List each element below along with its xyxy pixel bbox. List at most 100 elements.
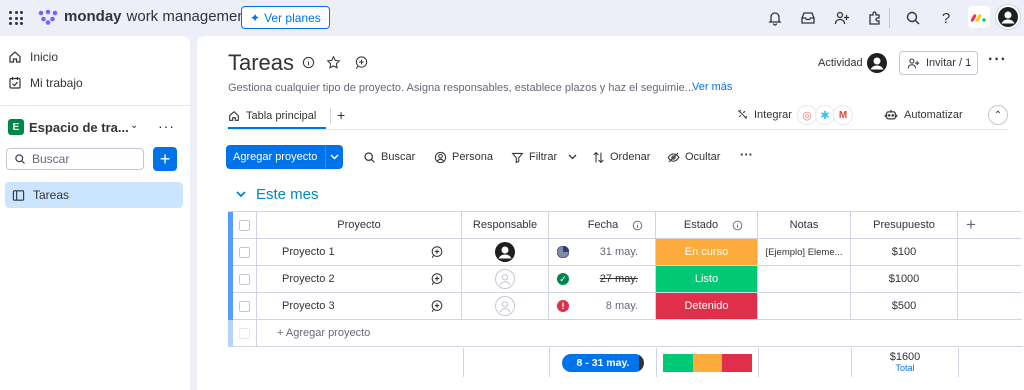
add-update-button[interactable] [413,293,462,320]
header-owner[interactable]: Responsable [462,212,549,239]
inbox-icon[interactable] [799,9,817,27]
sidebar-item-my-work[interactable]: Mi trabajo [8,72,83,94]
apps-marketplace-icon[interactable] [866,9,884,27]
integration-icons[interactable]: ◎ ✱ M [797,105,853,125]
robot-icon [884,109,898,120]
account-brand-logo[interactable] [968,6,990,28]
activity-label[interactable]: Actividad [818,57,863,69]
add-view-button[interactable]: + [337,107,345,123]
tab-main-table[interactable]: Tabla principal [228,106,316,126]
user-avatar[interactable] [995,4,1021,30]
workspace-selector[interactable]: Espacio de tra... [29,120,129,135]
half-clock-icon [557,246,569,258]
integrate-button[interactable]: Integrar [736,108,792,121]
summary-status[interactable] [657,348,759,377]
chevron-down-icon[interactable] [325,145,343,169]
info-icon[interactable] [302,56,315,72]
budget-cell[interactable]: $100 [851,239,958,266]
apps-grid-icon[interactable] [9,11,23,25]
chevron-down-icon[interactable]: ⌄ [130,120,138,131]
status-cell[interactable]: En curso [656,239,758,266]
header-date-label: Fecha [587,219,619,231]
budget-cell[interactable]: $1000 [851,266,958,293]
header-date[interactable]: Fecha [549,212,656,239]
board-options-icon[interactable]: ··· [988,52,1007,68]
budget-cell[interactable]: $500 [851,293,958,320]
header-notes[interactable]: Notas [758,212,851,239]
group-title[interactable]: Este mes [256,186,319,203]
header-budget[interactable]: Presupuesto [851,212,958,239]
sidebar-search-input[interactable]: Buscar [6,148,144,170]
group-header[interactable]: Este mes [236,186,319,203]
row-checkbox[interactable] [233,239,257,266]
board-description: Gestiona cualquier tipo de proyecto. Asi… [228,82,694,94]
workspace-options-icon[interactable]: ··· [158,118,175,134]
project-name[interactable]: Proyecto 1 [257,239,413,266]
chevron-down-icon[interactable] [236,191,246,198]
notes-cell[interactable] [758,293,851,320]
date-cell[interactable]: ✓ 27 may. [549,266,656,293]
invite-members-icon[interactable] [833,9,851,27]
automate-button[interactable]: Automatizar [884,108,963,121]
info-icon[interactable] [732,220,743,231]
sort-icon [593,151,604,163]
sort-tool[interactable]: Ordenar [592,148,650,166]
owner-cell[interactable] [462,266,549,293]
table-row[interactable]: Proyecto 1 31 may. En curso [Ejemplo] El… [228,239,1022,266]
table-row[interactable]: Proyecto 2 ✓ 27 may. Listo $1000 [228,266,1022,293]
favorite-star-icon[interactable] [326,55,341,73]
add-column-button[interactable]: + [958,212,1022,239]
sidebar-item-tareas[interactable]: Tareas [5,182,183,208]
add-row[interactable]: + Agregar proyecto [228,320,1023,347]
filter-tool[interactable]: Filtrar [511,148,577,166]
header-status[interactable]: Estado [656,212,758,239]
notifications-bell-icon[interactable] [766,9,784,27]
monday-logo[interactable]: monday work management [37,8,250,25]
hide-tool[interactable]: Ocultar [667,148,720,166]
project-name[interactable]: Proyecto 3 [257,293,413,320]
see-plans-button[interactable]: ✦ Ver planes [241,6,330,29]
person-filter-tool[interactable]: Persona [434,148,493,166]
add-update-button[interactable] [413,239,462,266]
add-project-button[interactable]: Agregar proyecto [226,145,343,169]
date-cell[interactable]: ! 8 may. [549,293,656,320]
help-icon[interactable]: ? [937,9,955,27]
add-update-icon[interactable] [354,55,369,73]
status-cell[interactable]: Listo [656,266,758,293]
owner-cell[interactable] [462,239,549,266]
search-tool[interactable]: Buscar [363,148,415,166]
header-project[interactable]: Proyecto [257,212,462,239]
status-distribution-segment [722,353,752,372]
integrate-label: Integrar [754,108,792,121]
activity-avatar[interactable] [867,53,887,76]
automate-label: Automatizar [904,108,963,121]
status-cell[interactable]: Detenido [656,293,758,320]
project-name[interactable]: Proyecto 2 [257,266,413,293]
sidebar-item-home[interactable]: Inicio [8,46,58,68]
summary-date[interactable]: 8 - 31 may. [550,348,657,377]
owner-cell[interactable] [462,293,549,320]
owner-avatar [495,242,515,262]
search-icon[interactable] [904,9,922,27]
select-all-checkbox[interactable] [233,212,257,239]
add-update-button[interactable] [413,266,462,293]
summary-budget[interactable]: $1600 Total [852,348,959,377]
brand-name: monday [64,8,122,25]
invite-button[interactable]: Invitar / 1 [899,51,978,75]
date-cell[interactable]: 31 may. [549,239,656,266]
monday-logo-icon [38,9,58,25]
more-tools-icon[interactable]: ··· [740,148,753,161]
info-icon[interactable] [632,220,643,231]
collapse-header-icon[interactable]: ⌃ [988,105,1008,125]
add-item-button[interactable]: + [153,147,177,171]
table-row[interactable]: Proyecto 3 ! 8 may. Detenido $500 [228,293,1022,320]
notes-cell[interactable]: [Ejemplo] Eleme... [758,239,851,266]
add-project-input[interactable]: + Agregar proyecto [257,320,1023,347]
row-checkbox[interactable] [233,293,257,320]
summary-notes [759,348,852,377]
notes-cell[interactable] [758,266,851,293]
see-more-link[interactable]: Ver más [692,81,732,93]
integration-app-icon: ◎ [797,105,817,125]
row-checkbox[interactable] [233,266,257,293]
board-title[interactable]: Tareas [228,50,294,76]
